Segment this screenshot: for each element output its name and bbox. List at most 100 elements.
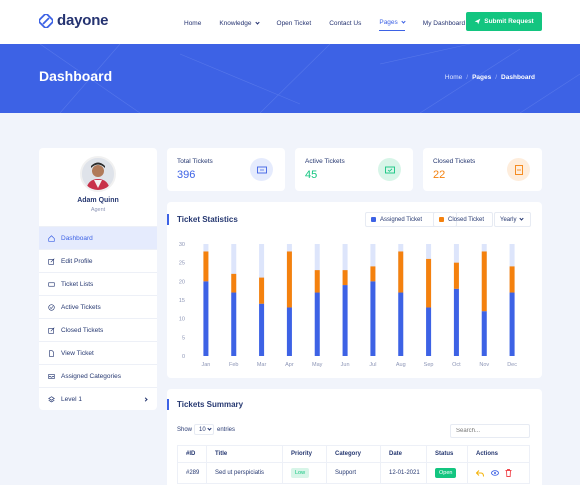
cell-status: Open: [426, 462, 468, 484]
x-tick-label: May: [312, 362, 323, 368]
nav-my-dashboard[interactable]: My Dashboard: [422, 15, 473, 31]
sidebar-item-closed-tickets[interactable]: Closed Tickets: [39, 318, 157, 341]
column-header[interactable]: Title: [206, 445, 283, 463]
edit-icon: [48, 326, 55, 334]
entries-select-value: 10: [199, 426, 206, 433]
y-tick-label: 30: [179, 242, 185, 248]
sidebar-item-edit-profile[interactable]: Edit Profile: [39, 249, 157, 272]
nav-my-dashboard-label: My Dashboard: [422, 19, 466, 27]
breadcrumb-pages[interactable]: Pages: [472, 74, 491, 81]
sidebar-item-label: Active Tickets: [61, 303, 101, 311]
chevron-right-icon: [143, 396, 148, 402]
sidebar-item-label: Closed Tickets: [61, 326, 104, 334]
cell-category: Support: [326, 462, 381, 484]
x-tick-label: Dec: [507, 362, 517, 368]
x-tick-label: Jan: [201, 362, 210, 368]
sidebar-item-label: Assigned Categories: [61, 372, 121, 380]
column-header[interactable]: Status: [426, 445, 468, 463]
y-tick-label: 20: [179, 279, 185, 285]
search-input[interactable]: [450, 424, 530, 438]
bar-segment-closed-ticket: [370, 266, 376, 282]
bar-segment-closed-ticket: [398, 251, 404, 293]
bar-segment-assigned-ticket: [370, 281, 376, 356]
sidebar-item-ticket-lists[interactable]: Ticket Lists: [39, 272, 157, 295]
sidebar-item-assigned-categories[interactable]: Assigned Categories: [39, 364, 157, 387]
inbox-icon: [48, 373, 55, 379]
nav-open-ticket-label: Open Ticket: [276, 19, 312, 27]
ticket-statistics-card: Ticket Statistics Assigned Ticket Closed…: [167, 202, 542, 378]
column-header[interactable]: #ID: [177, 445, 207, 463]
x-tick-label: Apr: [285, 362, 294, 368]
bar-segment-assigned-ticket: [342, 285, 348, 356]
bar-segment-closed-ticket: [481, 251, 487, 312]
x-tick-label: Aug: [396, 362, 406, 368]
y-tick-label: 15: [179, 298, 185, 304]
bar-segment-assigned-ticket: [286, 307, 292, 356]
y-tick-label: 5: [182, 335, 185, 341]
breadcrumb-separator: /: [495, 74, 498, 81]
x-tick-label: Nov: [479, 362, 489, 368]
summary-title: Tickets Summary: [177, 400, 244, 409]
page-title: Dashboard: [39, 68, 113, 84]
entries-select[interactable]: 10: [194, 424, 214, 435]
x-tick-label: Jun: [341, 362, 350, 368]
column-header[interactable]: Category: [326, 445, 381, 463]
sidebar-menu: Dashboard Edit Profile Ticket Lists Acti…: [39, 226, 157, 410]
bar-segment-assigned-ticket: [231, 292, 237, 356]
ticket-check-icon: [378, 158, 401, 181]
sidebar-item-dashboard[interactable]: Dashboard: [39, 226, 157, 249]
stat-label: Active Tickets: [305, 158, 345, 165]
sidebar-item-active-tickets[interactable]: Active Tickets: [39, 295, 157, 318]
delete-icon[interactable]: [505, 469, 512, 477]
bar-segment-assigned-ticket: [509, 292, 515, 356]
nav-pages[interactable]: Pages: [379, 19, 406, 31]
cell-priority: Low: [282, 462, 327, 484]
cell-actions: [467, 462, 530, 484]
chevron-down-icon: [401, 19, 406, 24]
tickets-summary-card: Tickets Summary Show 10 entries #ID Titl…: [167, 389, 542, 485]
bar-segment-closed-ticket: [453, 262, 459, 289]
sidebar-item-level-1[interactable]: Level 1: [39, 387, 157, 410]
avatar-image: [82, 158, 114, 190]
nav-knowledge[interactable]: Knowledge: [219, 15, 260, 31]
breadcrumb-home[interactable]: Home: [445, 74, 462, 81]
column-header[interactable]: Date: [380, 445, 427, 463]
x-tick-label: Sep: [424, 362, 434, 368]
bar-segment-assigned-ticket: [398, 292, 404, 356]
bar-segment-closed-ticket: [286, 251, 292, 308]
sidebar-item-view-ticket[interactable]: View Ticket: [39, 341, 157, 364]
stat-label: Closed Tickets: [433, 158, 476, 165]
sidebar-item-label: Edit Profile: [61, 257, 93, 265]
breadcrumb-separator: /: [466, 74, 469, 81]
nav-contact-us[interactable]: Contact Us: [329, 15, 361, 31]
reply-icon[interactable]: [476, 469, 484, 477]
nav-home[interactable]: Home: [184, 15, 201, 31]
cell-title[interactable]: Sed ut perspiciatis: [206, 462, 283, 484]
tickets-table: #ID Title Priority Category Date Status …: [177, 445, 530, 484]
nav-open-ticket[interactable]: Open Ticket: [277, 15, 312, 31]
priority-badge: Low: [291, 468, 310, 478]
sidebar-item-label: Level 1: [61, 395, 82, 403]
bar-segment-assigned-ticket: [259, 303, 265, 356]
brand-logo[interactable]: dayone: [39, 12, 109, 29]
bar-segment-closed-ticket: [203, 251, 209, 282]
file-icon: [49, 349, 54, 357]
main-nav: Home Knowledge Open Ticket Contact Us Pa…: [184, 15, 490, 31]
submit-request-button[interactable]: Submit Request: [466, 12, 542, 31]
stat-active-tickets: Active Tickets 45: [295, 148, 413, 191]
chevron-down-icon: [254, 19, 260, 25]
bar-segment-closed-ticket: [314, 270, 320, 293]
nav-home-label: Home: [184, 19, 202, 27]
title-accent: [167, 399, 169, 410]
bar-segment-assigned-ticket: [453, 288, 459, 356]
ticket-closed-icon: [507, 158, 530, 181]
profile-name: Adam Quinn: [77, 197, 119, 204]
nav-pages-label: Pages: [379, 19, 398, 26]
view-icon[interactable]: [490, 470, 499, 476]
column-header[interactable]: Priority: [282, 445, 327, 463]
breadcrumb-current: Dashboard: [501, 74, 535, 81]
x-tick-label: Oct: [452, 362, 461, 368]
bar-segment-closed-ticket: [509, 266, 515, 293]
submit-request-label: Submit Request: [484, 18, 534, 25]
bar-segment-assigned-ticket: [481, 311, 487, 356]
